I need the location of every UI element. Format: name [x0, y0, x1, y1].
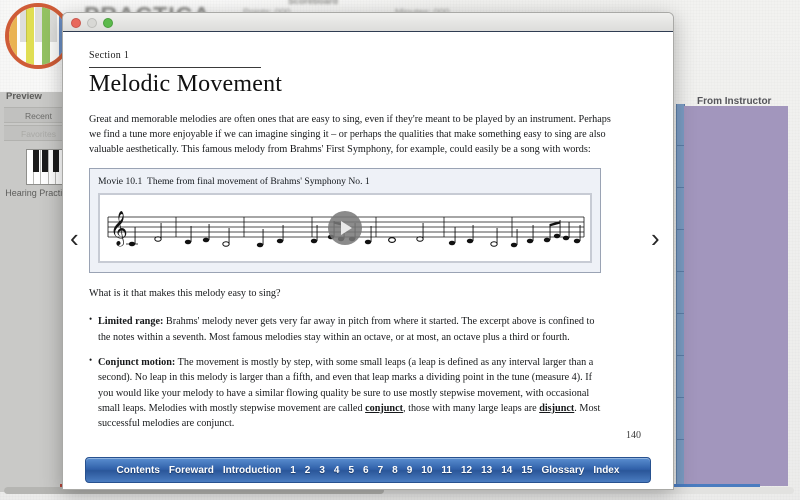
close-icon[interactable]: [71, 18, 81, 28]
scoreboard-label: Scoreboard: [288, 0, 339, 6]
nav-item-14[interactable]: 14: [501, 465, 512, 476]
movie-number: Movie 10.1: [98, 176, 143, 188]
nav-item-contents[interactable]: Contents: [117, 465, 160, 476]
bullet-list: Limited range: Brahms' melody never gets…: [89, 313, 647, 431]
book-page: Section 1 Melodic Movement Great and mem…: [63, 32, 673, 489]
nav-item-2[interactable]: 2: [305, 465, 311, 476]
nav-item-10[interactable]: 10: [421, 465, 432, 476]
play-icon: [341, 221, 352, 236]
previous-page-button[interactable]: ‹: [70, 225, 79, 251]
movie-caption-text: Theme from final movement of Brahms' Sym…: [147, 176, 370, 188]
page-title: Melodic Movement: [89, 71, 283, 97]
nav-item-8[interactable]: 8: [392, 465, 398, 476]
section-label: Section 1: [89, 50, 130, 61]
chapter-navigation-bar[interactable]: Contents Foreward Introduction 1 2 3 4 5…: [85, 457, 651, 483]
piano-keys-icon[interactable]: [26, 149, 64, 185]
list-item-limited-range: Limited range: Brahms' melody never gets…: [89, 313, 601, 345]
page-number: 140: [626, 430, 641, 441]
title-divider: [89, 67, 261, 68]
movie-figure: Movie 10.1 Theme from final movement of …: [89, 168, 601, 274]
minimize-icon[interactable]: [87, 18, 97, 28]
nav-item-3[interactable]: 3: [319, 465, 325, 476]
intro-paragraph: Great and memorable melodies are often o…: [89, 114, 611, 156]
nav-item-11[interactable]: 11: [441, 465, 452, 476]
maximize-icon[interactable]: [103, 18, 113, 28]
movie-caption: Movie 10.1 Theme from final movement of …: [98, 176, 592, 187]
question-line: What is it that makes this melody easy t…: [89, 288, 281, 300]
nav-item-foreward[interactable]: Foreward: [169, 465, 214, 476]
music-staff-frame: 𝄞: [98, 193, 592, 264]
nav-item-9[interactable]: 9: [407, 465, 413, 476]
bullet-term-conjunct-motion: Conjunct motion:: [98, 356, 176, 368]
preview-panel-title: Preview: [6, 91, 42, 102]
nav-item-5[interactable]: 5: [348, 465, 354, 476]
nav-item-12[interactable]: 12: [461, 465, 472, 476]
svg-text:𝄞: 𝄞: [110, 211, 128, 247]
nav-item-glossary[interactable]: Glossary: [542, 465, 585, 476]
ebook-reader-window: Section 1 Melodic Movement Great and mem…: [62, 12, 674, 490]
bullet-text-conjunct-2: , those with many large leaps are: [403, 402, 540, 414]
emphasis-disjunct: disjunct: [539, 402, 575, 414]
nav-item-1[interactable]: 1: [290, 465, 296, 476]
nav-item-4[interactable]: 4: [334, 465, 340, 476]
nav-item-15[interactable]: 15: [521, 465, 532, 476]
list-item-conjunct-motion: Conjunct motion: The movement is mostly …: [89, 354, 601, 431]
nav-item-6[interactable]: 6: [363, 465, 369, 476]
nav-item-7[interactable]: 7: [378, 465, 384, 476]
emphasis-conjunct: conjunct: [365, 402, 404, 414]
from-instructor-card[interactable]: [684, 106, 788, 486]
bullet-term-limited-range: Limited range:: [98, 316, 164, 328]
nav-item-index[interactable]: Index: [593, 465, 619, 476]
next-page-button[interactable]: ›: [651, 225, 660, 251]
bullet-text-limited-range: Brahms' melody never gets very far away …: [98, 316, 595, 343]
play-button[interactable]: [328, 211, 362, 246]
nav-item-introduction[interactable]: Introduction: [223, 465, 281, 476]
nav-item-13[interactable]: 13: [481, 465, 492, 476]
window-titlebar[interactable]: [63, 13, 673, 32]
